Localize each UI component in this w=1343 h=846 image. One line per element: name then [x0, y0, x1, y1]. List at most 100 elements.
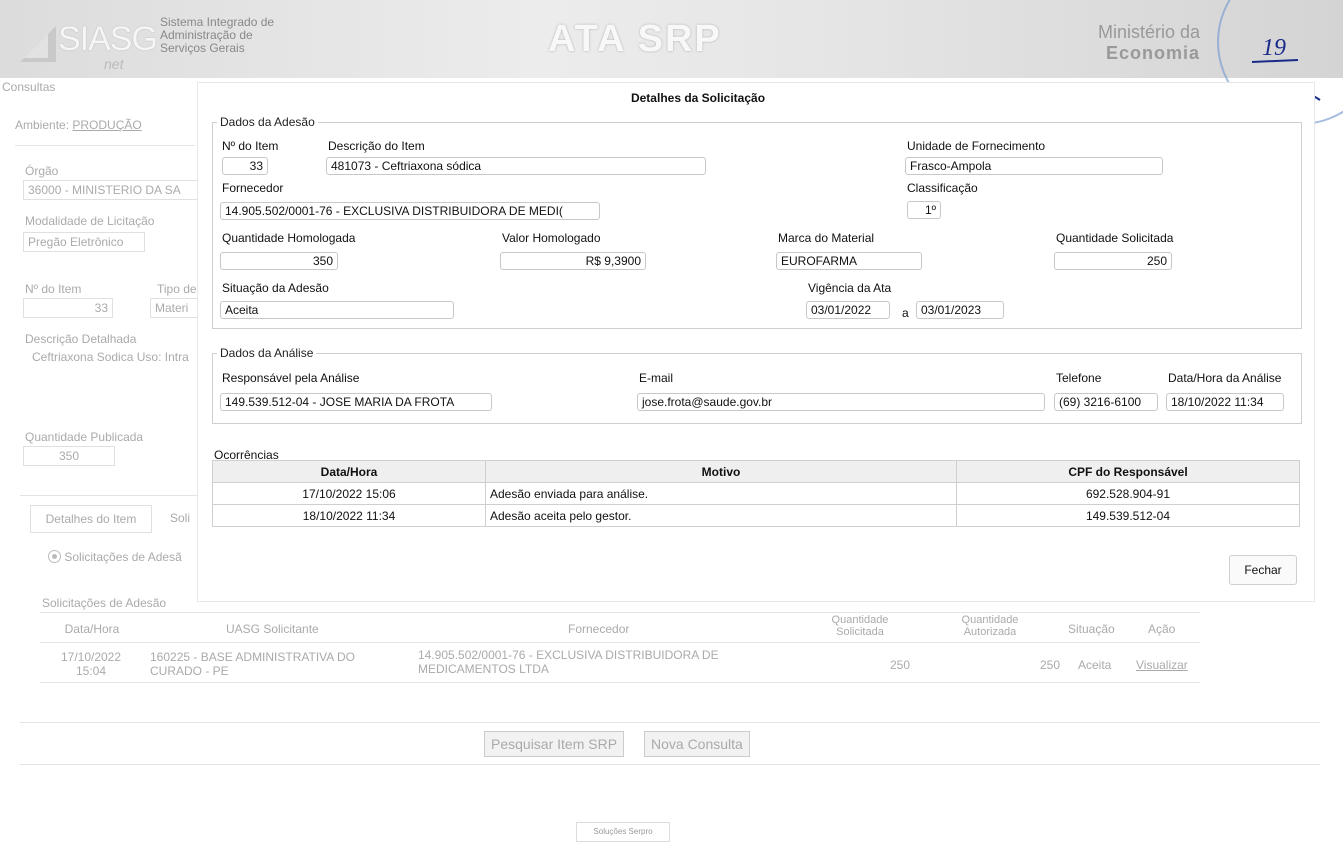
- unidade-label: Unidade de Fornecimento: [907, 139, 1046, 153]
- fornecedor-field[interactable]: 14.905.502/0001-76 - EXCLUSIVA DISTRIBUI…: [220, 202, 600, 220]
- tab-solicitacoes[interactable]: Soli: [170, 511, 190, 525]
- bg-td-fornecedor: 14.905.502/0001-76 - EXCLUSIVA DISTRIBUI…: [418, 648, 719, 676]
- classificacao-label: Classificação: [907, 181, 978, 195]
- item-label: Nº do Item: [222, 139, 279, 153]
- tipo-label: Tipo de: [157, 282, 197, 296]
- bg-td-data: 17/10/2022 15:04: [60, 650, 122, 678]
- qtd-publicada-field: 350: [23, 446, 115, 466]
- bg-td-situacao: Aceita: [1078, 658, 1112, 672]
- responsavel-field[interactable]: 149.539.512-04 - JOSE MARIA DA FROTA: [220, 393, 492, 411]
- modalidade-field: Pregão Eletrônico: [23, 232, 145, 252]
- qtd-publicada-label: Quantidade Publicada: [25, 430, 144, 444]
- descricao-item-label: Descrição do Item: [328, 139, 425, 153]
- situacao-field[interactable]: Aceita: [220, 301, 454, 319]
- bg-th-data: Data/Hora: [64, 622, 120, 636]
- modalidade-label: Modalidade de Licitação: [25, 214, 155, 228]
- system-name: Sistema Integrado de Administração de Se…: [160, 16, 320, 55]
- bg-th-qtd-sol: Quantidade Solicitada: [831, 614, 889, 638]
- data-analise-label: Data/Hora da Análise: [1168, 371, 1282, 385]
- cell-cpf: 692.528.904-91: [956, 482, 1300, 505]
- ministry-name: Ministério da Economia: [1080, 22, 1200, 64]
- siasg-logo-suffix: net: [104, 56, 124, 72]
- pesquisar-item-srp-button[interactable]: Pesquisar Item SRP: [484, 731, 625, 757]
- modal-title: Detalhes da Solicitação: [630, 91, 766, 105]
- ambiente-label: Ambiente:: [15, 118, 70, 132]
- radio-label: Solicitações de Adesã: [64, 550, 182, 564]
- nova-consulta-button[interactable]: Nova Consulta: [644, 731, 750, 757]
- descricao-label: Descrição Detalhada: [25, 332, 137, 346]
- th-motivo: Motivo: [485, 460, 957, 483]
- vigencia-label: Vigência da Ata: [808, 281, 892, 295]
- analise-legend: Dados da Análise: [220, 346, 314, 360]
- bg-th-uasg: UASG Solicitante: [226, 622, 319, 636]
- tipo-field: Materi: [150, 298, 198, 318]
- vigencia-inicio-field[interactable]: 03/01/2022: [806, 301, 890, 319]
- responsavel-label: Responsável pela Análise: [222, 371, 360, 385]
- telefone-label: Telefone: [1056, 371, 1102, 385]
- siasg-logo-text: SIASG: [58, 20, 158, 58]
- bg-visualizar-link[interactable]: Visualizar: [1136, 658, 1188, 672]
- bg-td-uasg: 160225 - BASE ADMINISTRATIVA DO CURADO -…: [150, 650, 355, 678]
- ambiente-info: Ambiente: PRODUÇÃO: [15, 118, 142, 132]
- serpro-footer-logo: Soluções Serpro: [576, 822, 670, 842]
- data-analise-field[interactable]: 18/10/2022 11:34: [1166, 393, 1284, 411]
- item-field[interactable]: 33: [222, 157, 268, 175]
- descricao-value: Ceftriaxona Sodica Uso: Intra: [32, 350, 189, 364]
- cell-cpf: 149.539.512-04: [956, 504, 1300, 527]
- email-field[interactable]: jose.frota@saude.gov.br: [637, 393, 1045, 411]
- menu-consultas[interactable]: Consultas: [2, 80, 55, 94]
- th-cpf: CPF do Responsável: [956, 460, 1300, 483]
- radio-icon[interactable]: [48, 550, 61, 563]
- bg-th-situacao: Situação: [1068, 622, 1115, 636]
- orgao-field: 36000 - MINISTERIO DA SA: [23, 180, 198, 200]
- situacao-label: Situação da Adesão: [222, 281, 329, 295]
- marca-label: Marca do Material: [778, 231, 875, 245]
- email-label: E-mail: [639, 371, 674, 385]
- table-row: 17/10/2022 15:06 Adesão enviada para aná…: [212, 482, 1300, 505]
- vigencia-fim-field[interactable]: 03/01/2023: [916, 301, 1004, 319]
- solicitacao-details-modal: Detalhes da Solicitação Dados da Adesão …: [198, 83, 1314, 601]
- qtd-homologada-field[interactable]: 350: [220, 252, 338, 270]
- bg-th-qtd-aut: Quantidade Autorizada: [961, 614, 1019, 638]
- valor-homologado-field[interactable]: R$ 9,3900: [500, 252, 646, 270]
- telefone-field[interactable]: (69) 3216-6100: [1054, 393, 1158, 411]
- siasg-logo: SIASG net: [18, 12, 158, 72]
- stamp-number: 19: [1262, 35, 1286, 61]
- table-header-row: Data/Hora Motivo CPF do Responsável: [212, 460, 1300, 483]
- fechar-button[interactable]: Fechar: [1229, 555, 1297, 585]
- solicitacoes-section-label: Solicitações de Adesão: [42, 596, 167, 610]
- bg-td-qtd-sol: 250: [890, 658, 911, 672]
- vigencia-separator: a: [902, 306, 909, 320]
- orgao-label: Órgão: [25, 164, 59, 178]
- cell-data-hora: 18/10/2022 11:34: [212, 504, 486, 527]
- analise-fieldset: Dados da Análise: [212, 346, 1302, 424]
- descricao-item-field[interactable]: 481073 - Ceftriaxona sódica: [326, 157, 706, 175]
- radio-solicitacoes[interactable]: Solicitações de Adesã: [48, 550, 182, 564]
- app-header: SIASG net Sistema Integrado de Administr…: [0, 0, 1343, 78]
- th-data-hora: Data/Hora: [212, 460, 486, 483]
- marca-field[interactable]: EUROFARMA: [776, 252, 922, 270]
- qtd-solicitada-label: Quantidade Solicitada: [1056, 231, 1174, 245]
- bg-item-label: Nº do Item: [25, 282, 82, 296]
- ambiente-value: PRODUÇÃO: [72, 118, 142, 132]
- table-row: 18/10/2022 11:34 Adesão aceita pelo gest…: [212, 504, 1300, 527]
- bg-th-fornecedor: Fornecedor: [568, 622, 630, 636]
- fornecedor-label: Fornecedor: [222, 181, 284, 195]
- cell-motivo: Adesão enviada para análise.: [485, 482, 957, 505]
- adesao-legend: Dados da Adesão: [220, 115, 315, 129]
- ministry-line-2: Economia: [1105, 43, 1200, 63]
- bg-item-field: 33: [23, 298, 113, 318]
- unidade-field[interactable]: Frasco-Ampola: [905, 157, 1163, 175]
- app-title: ATA SRP: [548, 18, 722, 60]
- qtd-solicitada-field[interactable]: 250: [1054, 252, 1172, 270]
- ministry-line-1: Ministério da: [1097, 22, 1200, 42]
- qtd-homologada-label: Quantidade Homologada: [222, 231, 356, 245]
- valor-homologado-label: Valor Homologado: [502, 231, 601, 245]
- tab-detalhes-item[interactable]: Detalhes do Item: [30, 505, 152, 533]
- ocorrencias-table: Data/Hora Motivo CPF do Responsável 17/1…: [212, 460, 1300, 527]
- siasg-emblem-icon: [20, 26, 56, 62]
- cell-data-hora: 17/10/2022 15:06: [212, 482, 486, 505]
- system-name-line: Serviços Gerais: [160, 41, 245, 55]
- bg-td-qtd-aut: 250: [1040, 658, 1061, 672]
- classificacao-field[interactable]: 1º: [907, 201, 941, 219]
